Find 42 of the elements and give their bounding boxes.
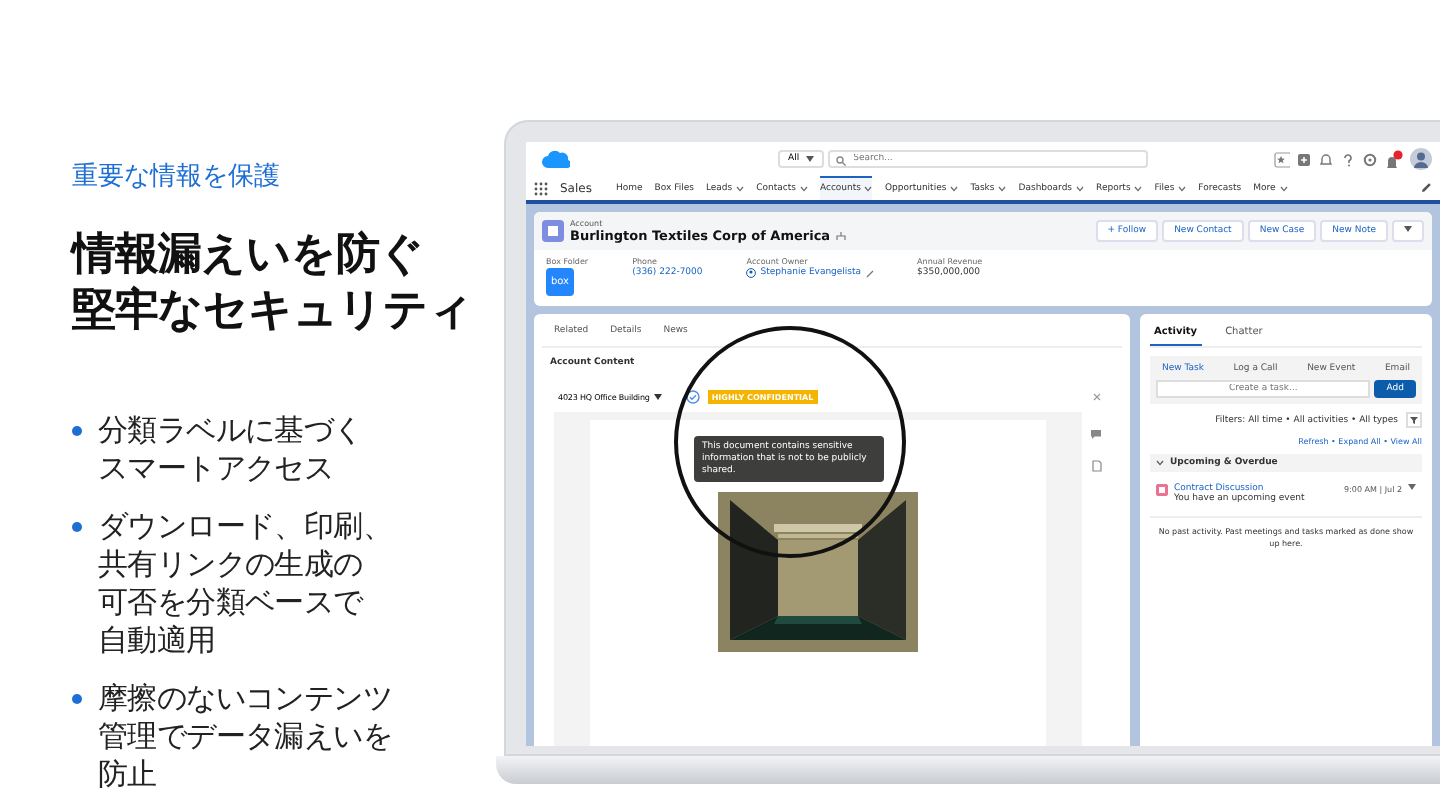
caret-icon [805, 156, 814, 162]
bullet-dot [72, 426, 82, 436]
app-launcher-icon[interactable] [534, 181, 548, 195]
bell-outline-icon[interactable] [1318, 151, 1334, 167]
comment-icon[interactable] [1090, 428, 1102, 440]
account-icon [542, 220, 564, 242]
more-actions-button[interactable] [1392, 220, 1424, 242]
notification-bell-icon[interactable] [1384, 149, 1404, 169]
plus-icon[interactable] [1296, 151, 1312, 167]
check-circle-icon [685, 390, 700, 404]
avatar-icon[interactable] [1410, 148, 1432, 170]
settings-icon[interactable] [1362, 151, 1378, 167]
caret-icon [1404, 226, 1412, 232]
bullet-text: 分類ラベルに基づく [98, 412, 363, 450]
bullet-text: 管理でデータ漏えいを [98, 718, 393, 756]
close-icon[interactable] [1092, 392, 1102, 402]
bullet-text: スマートアクセス [98, 450, 336, 488]
bullet-text: 可否を分類ベースで [98, 584, 366, 622]
filter-icon [1410, 416, 1418, 424]
bullet-text: 防止 [98, 756, 159, 794]
slide-title: 堅牢なセキュリティ [72, 284, 475, 340]
caret-icon [1408, 484, 1416, 490]
pencil-icon[interactable] [1420, 182, 1432, 194]
edit-icon [865, 269, 874, 277]
eyebrow-text: 重要な情報を保護 [72, 160, 282, 196]
bullet-text: 共有リンクの生成の [98, 546, 365, 584]
help-icon[interactable] [1340, 151, 1356, 167]
hierarchy-icon [836, 232, 847, 240]
bullet-dot [72, 522, 82, 532]
bullet-text: 摩擦のないコンテンツ [98, 680, 393, 718]
slide-title: 情報漏えいを防ぐ [72, 228, 426, 284]
event-icon [1156, 484, 1168, 496]
caret-icon [653, 394, 662, 400]
document-icon[interactable] [1091, 460, 1101, 472]
cloud-logo-icon [542, 150, 570, 168]
filter-button[interactable] [1406, 412, 1422, 428]
user-icon [746, 268, 757, 278]
chevron-down-icon [1156, 460, 1164, 466]
favorites-icon[interactable] [1274, 151, 1290, 167]
bullet-text: 自動適用 [98, 622, 218, 660]
bullet-text: ダウンロード、印刷、 [98, 508, 393, 546]
bullet-dot [72, 694, 82, 704]
